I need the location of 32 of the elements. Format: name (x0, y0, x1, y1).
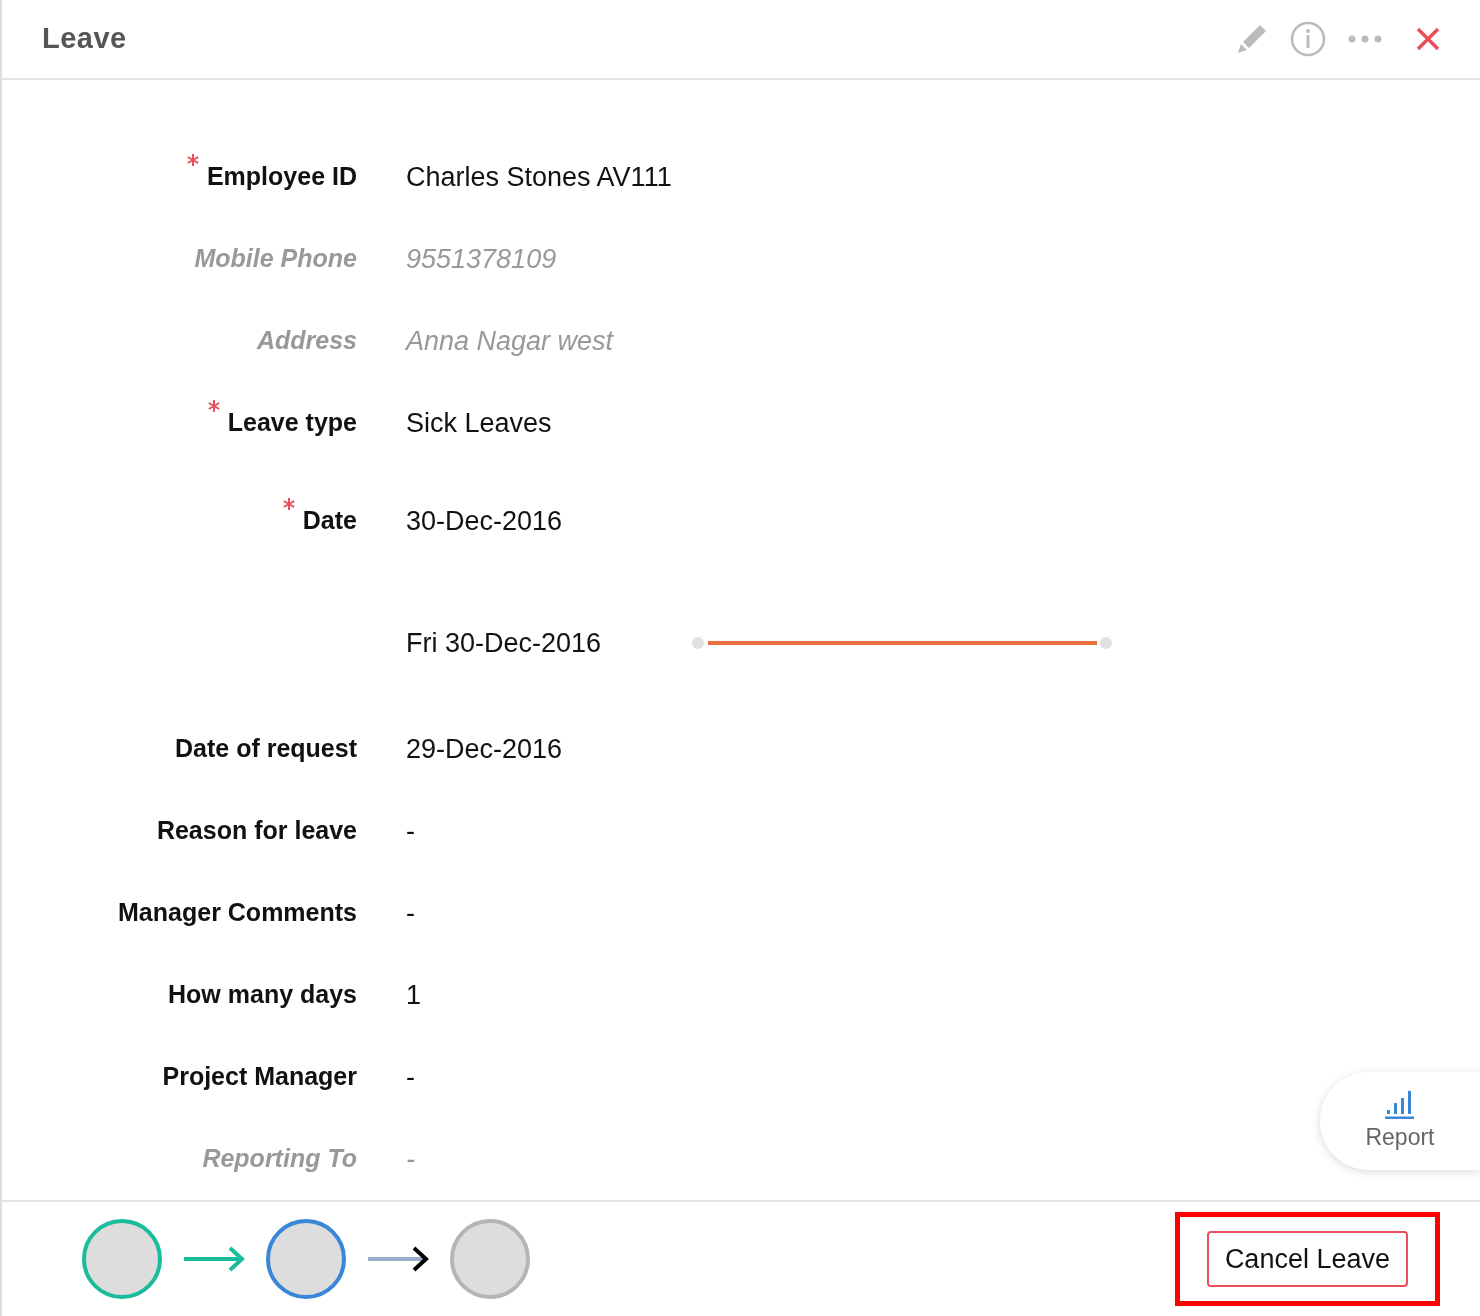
timeline-date: Fri 30-Dec-2016 (406, 626, 602, 660)
field-label: Leave type (227, 407, 357, 439)
field-label: Employee ID (206, 161, 357, 193)
field-value: - (406, 1060, 415, 1094)
report-button[interactable]: Report (1320, 1072, 1480, 1170)
field-value: Anna Nagar west (406, 324, 614, 358)
field-label: Reason for leave (156, 815, 357, 847)
cancel-leave-button[interactable]: Cancel Leave (1206, 1230, 1408, 1288)
field-value: 30-Dec-2016 (406, 504, 563, 538)
arrow-icon (182, 1245, 246, 1273)
field-value: Sick Leaves (406, 406, 552, 440)
field-label: How many days (168, 979, 357, 1011)
field-label: Project Manager (162, 1061, 357, 1093)
arrow-icon (366, 1245, 430, 1273)
field-value: - (406, 814, 415, 848)
field-value: 1 (406, 978, 422, 1012)
info-icon[interactable] (1290, 21, 1326, 57)
more-icon[interactable] (1348, 35, 1382, 43)
field-label: Manager Comments (118, 897, 357, 929)
field-label: Address (256, 325, 357, 357)
close-icon[interactable] (1416, 27, 1440, 51)
field-value: 29-Dec-2016 (406, 732, 563, 766)
field-value: - (406, 896, 415, 930)
field-value: 9551378109 (406, 242, 557, 276)
field-label: Mobile Phone (194, 243, 357, 275)
field-label: Date of request (175, 733, 357, 765)
field-label: Date (302, 505, 357, 537)
window-title: Leave (42, 21, 127, 57)
edit-icon[interactable] (1236, 23, 1268, 55)
field-value: - (406, 1142, 415, 1176)
field-label: Reporting To (202, 1143, 357, 1175)
field-value: Charles Stones AV111 (406, 160, 672, 194)
